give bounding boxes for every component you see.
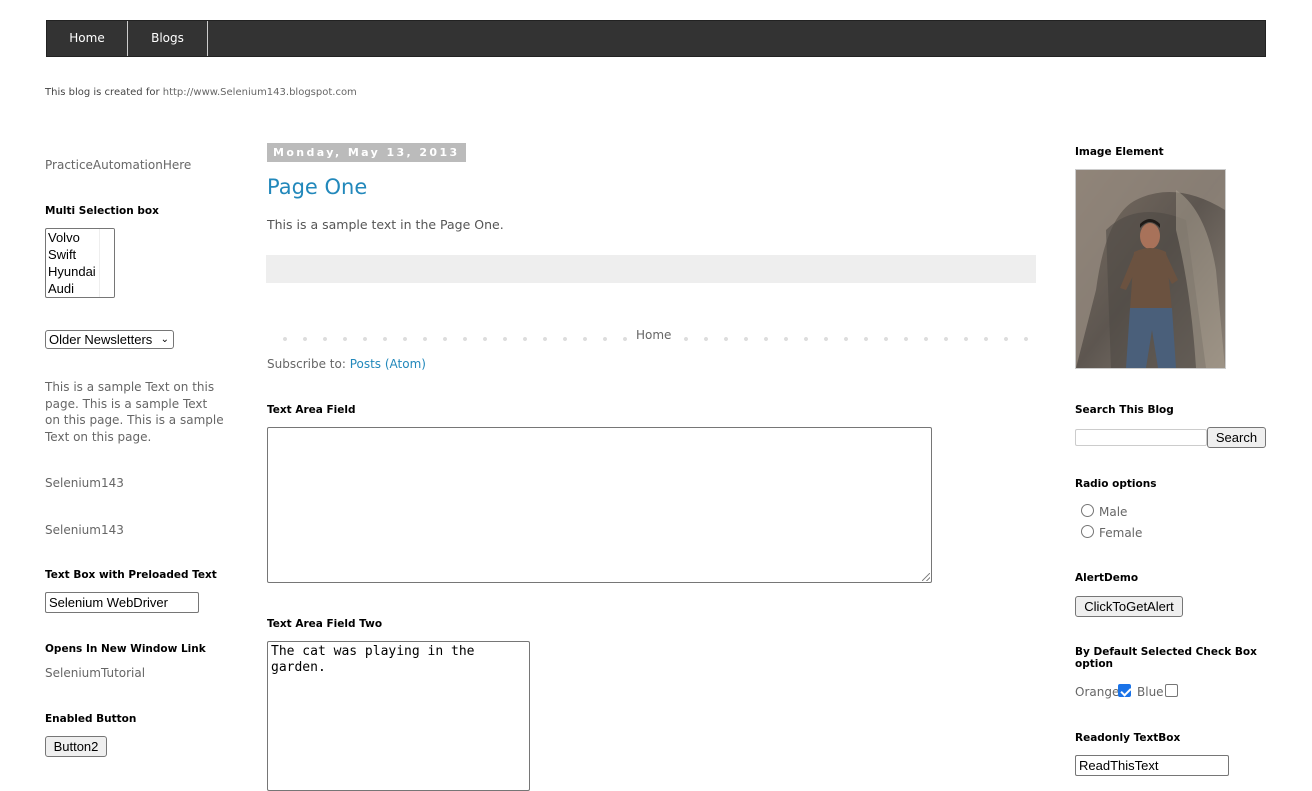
radio-female[interactable] xyxy=(1081,525,1094,538)
preloaded-textbox-title: Text Box with Preloaded Text xyxy=(45,569,217,581)
readonly-textbox-title: Readonly TextBox xyxy=(1075,732,1181,744)
date-header: Monday, May 13, 2013 xyxy=(267,143,466,162)
resize-handle-icon[interactable] xyxy=(922,573,930,581)
newsletter-select-value: Older Newsletters xyxy=(49,332,153,347)
profile-photo xyxy=(1075,169,1226,369)
checkbox-orange[interactable] xyxy=(1118,684,1131,697)
new-window-title: Opens In New Window Link xyxy=(45,643,206,655)
chevron-down-icon: ⌄ xyxy=(160,334,169,345)
radio-male-label: Male xyxy=(1099,505,1128,519)
search-button[interactable]: Search xyxy=(1207,427,1266,448)
pager-divider xyxy=(267,337,630,341)
pager-divider xyxy=(668,337,1030,341)
subscribe-label: Subscribe to: xyxy=(267,357,350,371)
nav-bar: Home Blogs xyxy=(46,20,1266,57)
checkbox-orange-label: Orange xyxy=(1075,685,1120,699)
nav-item-blogs[interactable]: Blogs xyxy=(128,21,208,56)
post-title[interactable]: Page One xyxy=(267,175,367,199)
textarea-field[interactable] xyxy=(267,427,932,583)
practice-automation-link[interactable]: PracticeAutomationHere xyxy=(45,158,191,172)
enabled-button-title: Enabled Button xyxy=(45,713,137,725)
posts-atom-link[interactable]: Posts (Atom) xyxy=(350,357,426,371)
textarea-field-two-title: Text Area Field Two xyxy=(267,618,383,630)
subscribe-line: Subscribe to: Posts (Atom) xyxy=(267,357,426,371)
sample-text: This is a sample Text on this page. This… xyxy=(45,380,224,444)
selenium143-link-1[interactable]: Selenium143 xyxy=(45,476,124,490)
search-input[interactable] xyxy=(1075,429,1207,446)
nav-item-home[interactable]: Home xyxy=(47,21,128,56)
pager-home-link[interactable]: Home xyxy=(630,328,678,342)
blog-description-text: This blog is created for xyxy=(45,87,163,98)
button2[interactable]: Button2 xyxy=(45,736,107,757)
alert-demo-title: AlertDemo xyxy=(1075,572,1139,584)
post-footer xyxy=(266,255,1036,283)
newsletter-select[interactable]: Older Newsletters ⌄ xyxy=(45,330,174,349)
selenium143-link-2[interactable]: Selenium143 xyxy=(45,523,124,537)
image-element-title: Image Element xyxy=(1075,146,1164,158)
listbox-scrollbar[interactable] xyxy=(99,229,114,297)
checkbox-blue-label: Blue xyxy=(1137,685,1164,699)
preloaded-textbox[interactable]: Selenium WebDriver xyxy=(45,592,199,613)
photo-image xyxy=(1076,170,1225,368)
post-body: This is a sample text in the Page One. xyxy=(267,217,504,232)
multi-select-listbox[interactable]: Volvo Swift Hyundai Audi xyxy=(45,228,115,298)
multi-select-title: Multi Selection box xyxy=(45,205,159,217)
blog-description: This blog is created for http://www.Sele… xyxy=(45,87,357,98)
readonly-textbox[interactable]: ReadThisText xyxy=(1075,755,1229,776)
radio-options-title: Radio options xyxy=(1075,478,1157,490)
radio-female-label: Female xyxy=(1099,526,1143,540)
radio-male[interactable] xyxy=(1081,504,1094,517)
click-to-get-alert-button[interactable]: ClickToGetAlert xyxy=(1075,596,1183,617)
checkbox-blue[interactable] xyxy=(1165,684,1178,697)
blog-url-link[interactable]: http://www.Selenium143.blogspot.com xyxy=(163,87,357,98)
search-blog-title: Search This Blog xyxy=(1075,404,1174,416)
selenium-tutorial-link[interactable]: SeleniumTutorial xyxy=(45,666,145,680)
textarea-field-two[interactable]: The cat was playing in the garden. xyxy=(267,641,530,791)
textarea-field-title: Text Area Field xyxy=(267,404,356,416)
checkbox-title: By Default Selected Check Box option xyxy=(1075,646,1257,670)
